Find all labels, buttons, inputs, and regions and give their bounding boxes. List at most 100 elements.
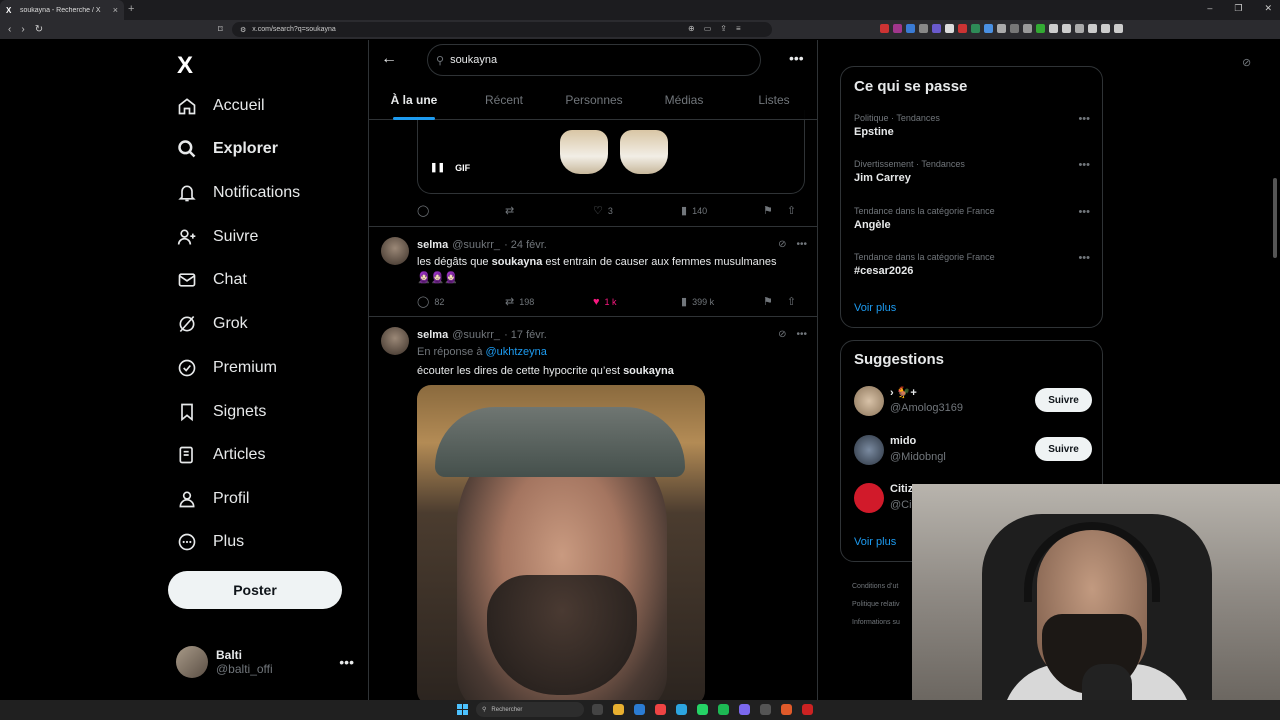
- extension-icon[interactable]: [919, 24, 928, 33]
- reply-button[interactable]: ◯: [417, 204, 505, 217]
- views-button[interactable]: ▮ 399 k: [681, 295, 769, 308]
- gif-media[interactable]: ❚❚ GIF: [417, 110, 805, 194]
- forward-icon[interactable]: ›: [21, 24, 24, 35]
- post-button[interactable]: Poster: [168, 571, 342, 609]
- nav-grok[interactable]: Grok: [177, 309, 248, 339]
- avatar[interactable]: [381, 327, 409, 355]
- block-icon[interactable]: ⊘: [778, 329, 786, 340]
- retweet-button[interactable]: ⇄: [505, 204, 593, 217]
- reload-icon[interactable]: ↻: [35, 24, 43, 35]
- x-logo-icon[interactable]: X: [177, 52, 193, 80]
- block-icon[interactable]: ⊘: [1242, 56, 1251, 69]
- nav-notifications[interactable]: Notifications: [177, 178, 300, 208]
- telegram-icon[interactable]: [676, 704, 687, 715]
- tweet-author-handle[interactable]: @suukrr_: [452, 239, 500, 251]
- back-icon[interactable]: ‹: [8, 24, 11, 35]
- browser-tab[interactable]: X soukayna - Recherche / X ×: [0, 0, 124, 20]
- scrollbar[interactable]: [1273, 178, 1277, 258]
- app-icon[interactable]: [739, 704, 750, 715]
- like-button[interactable]: ♡ 3: [593, 204, 681, 217]
- extension-icon[interactable]: [997, 24, 1006, 33]
- account-switcher[interactable]: Balti @balti_offi •••: [176, 646, 356, 678]
- extension-icon[interactable]: [958, 24, 967, 33]
- spotify-icon[interactable]: [718, 704, 729, 715]
- tweet[interactable]: selma @suukrr_ · 17 févr. ⊘ ••• En répon…: [369, 316, 817, 700]
- pause-icon[interactable]: ❚❚: [430, 162, 445, 173]
- extension-icon[interactable]: [1049, 24, 1058, 33]
- avatar[interactable]: [381, 237, 409, 265]
- bookmark-icon[interactable]: ⚑: [763, 295, 773, 308]
- nav-signets[interactable]: Signets: [177, 397, 266, 427]
- folder-icon[interactable]: [613, 704, 624, 715]
- site-info-icon[interactable]: ⚙: [240, 26, 246, 34]
- trend-item[interactable]: Tendance dans la catégorie France Angèle…: [854, 206, 1090, 231]
- browser-icon[interactable]: [655, 704, 666, 715]
- minimize-icon[interactable]: –: [1207, 3, 1212, 14]
- more-dots-icon[interactable]: •••: [796, 239, 807, 250]
- back-arrow-icon[interactable]: ←: [381, 50, 397, 68]
- extension-icon[interactable]: [1023, 24, 1032, 33]
- extension-icon[interactable]: [893, 24, 902, 33]
- search-input[interactable]: [450, 54, 731, 66]
- tab-personnes[interactable]: Personnes: [549, 84, 639, 120]
- extension-icon[interactable]: [880, 24, 889, 33]
- nav-accueil[interactable]: Accueil: [177, 91, 265, 121]
- tweet-date[interactable]: · 17 févr.: [504, 329, 547, 341]
- new-tab-button[interactable]: +: [128, 3, 134, 15]
- nav-suivre[interactable]: Suivre: [177, 222, 258, 252]
- app-icon[interactable]: [634, 704, 645, 715]
- share-icon[interactable]: ⇧: [787, 204, 796, 217]
- tab-recent[interactable]: Récent: [459, 84, 549, 120]
- trend-item[interactable]: Tendance dans la catégorie France #cesar…: [854, 252, 1090, 277]
- extension-icon[interactable]: [906, 24, 915, 33]
- follow-button[interactable]: Suivre: [1035, 388, 1092, 412]
- app-icon[interactable]: [781, 704, 792, 715]
- nav-chat[interactable]: Chat: [177, 265, 247, 295]
- tweet-video[interactable]: [417, 385, 705, 700]
- extension-icon[interactable]: [1101, 24, 1110, 33]
- block-icon[interactable]: ⊘: [778, 239, 786, 250]
- footer-link[interactable]: Conditions d’ut: [852, 578, 900, 596]
- cast-icon[interactable]: ▭: [704, 24, 712, 33]
- close-window-icon[interactable]: ✕: [1264, 3, 1272, 14]
- more-dots-icon[interactable]: •••: [789, 50, 804, 66]
- extension-icon[interactable]: [945, 24, 954, 33]
- nav-profil[interactable]: Profil: [177, 484, 249, 514]
- tweet-author-handle[interactable]: @suukrr_: [452, 329, 500, 341]
- whatsapp-icon[interactable]: [697, 704, 708, 715]
- more-dots-icon[interactable]: •••: [1078, 113, 1090, 125]
- more-dots-icon[interactable]: •••: [1078, 252, 1090, 264]
- nav-articles[interactable]: Articles: [177, 440, 265, 470]
- maximize-icon[interactable]: ❐: [1234, 3, 1242, 14]
- zoom-icon[interactable]: ⊕: [688, 24, 695, 33]
- close-tab-icon[interactable]: ×: [113, 5, 118, 15]
- menu-icon[interactable]: ≡: [736, 24, 741, 33]
- extension-icon[interactable]: [971, 24, 980, 33]
- retweet-button[interactable]: ⇄ 198: [505, 295, 593, 308]
- footer-link[interactable]: Politique relativ: [852, 596, 900, 614]
- start-icon[interactable]: [457, 704, 468, 715]
- search-box[interactable]: ⚲: [427, 44, 761, 76]
- extension-icon[interactable]: [1088, 24, 1097, 33]
- trend-item[interactable]: Politique · Tendances Epstine •••: [854, 113, 1090, 138]
- bookmark-icon[interactable]: ⚑: [763, 204, 773, 217]
- taskbar-search[interactable]: ⚲ Rechercher: [476, 702, 584, 717]
- extension-icon[interactable]: [1062, 24, 1071, 33]
- tab-listes[interactable]: Listes: [729, 84, 817, 120]
- suggestions-see-more-link[interactable]: Voir plus: [854, 536, 896, 548]
- extension-icon[interactable]: [1036, 24, 1045, 33]
- more-dots-icon[interactable]: •••: [1078, 206, 1090, 218]
- tweet-date[interactable]: · 24 févr.: [504, 239, 547, 251]
- tab-a-la-une[interactable]: À la une: [369, 84, 459, 120]
- extension-icon[interactable]: [932, 24, 941, 33]
- more-dots-icon[interactable]: •••: [339, 654, 354, 670]
- suggestion-item[interactable]: mido @Midobngl Suivre: [854, 435, 1092, 469]
- extension-icon[interactable]: [1075, 24, 1084, 33]
- app-icon[interactable]: [592, 704, 603, 715]
- reply-button[interactable]: ◯ 82: [417, 295, 505, 308]
- nav-explorer[interactable]: Explorer: [177, 134, 278, 164]
- share-icon[interactable]: ⇧: [787, 295, 796, 308]
- bookmark-page-icon[interactable]: ⌑: [218, 24, 223, 35]
- like-button[interactable]: ♥ 1 k: [593, 296, 681, 308]
- follow-button[interactable]: Suivre: [1035, 437, 1092, 461]
